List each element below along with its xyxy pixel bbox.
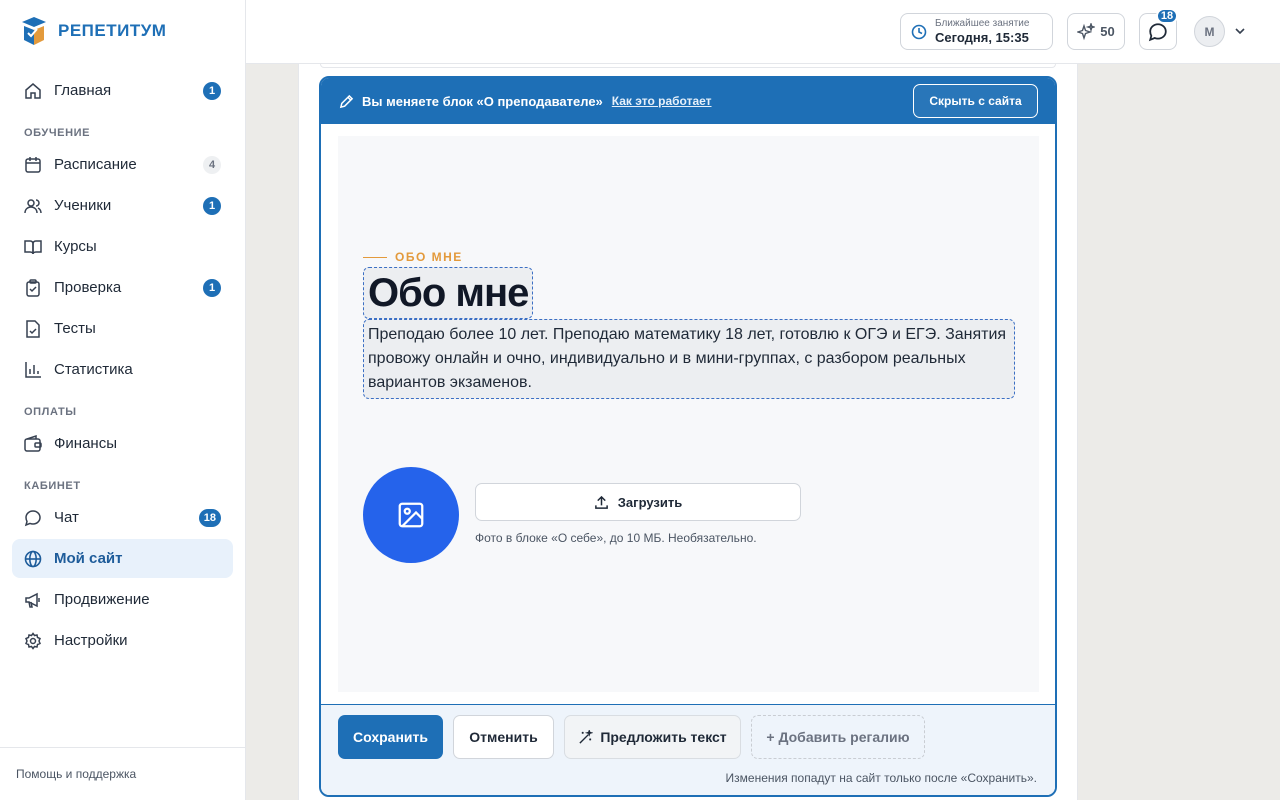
editable-about-text[interactable]: Преподаю более 10 лет. Преподаю математи… <box>363 319 1015 399</box>
sidebar-item-finance[interactable]: Финансы <box>12 424 233 463</box>
brand-name: РЕПЕТИТУМ <box>58 21 167 40</box>
hide-from-site-button[interactable]: Скрыть с сайта <box>913 84 1038 118</box>
eyebrow-line <box>363 256 387 258</box>
next-lesson-value: Сегодня, 15:35 <box>935 30 1029 45</box>
editor-toolbar: Вы меняете блок «О преподавателе» Как эт… <box>321 78 1055 124</box>
sidebar-item-schedule[interactable]: Расписание 4 <box>12 145 233 184</box>
section-label-learning: ОБУЧЕНИЕ <box>24 127 91 139</box>
editor-footer: Сохранить Отменить Предложить текст + До… <box>321 704 1055 795</box>
upload-label: Загрузить <box>617 494 683 510</box>
cancel-button[interactable]: Отменить <box>453 715 554 759</box>
photo-placeholder[interactable] <box>363 467 459 563</box>
sidebar-item-label: Курсы <box>54 238 97 255</box>
sidebar-item-home[interactable]: Главная 1 <box>12 71 233 110</box>
next-lesson-label: Ближайшее занятие <box>935 18 1030 29</box>
gear-icon <box>24 631 42 650</box>
sidebar: РЕПЕТИТУМ Главная 1 ОБУЧЕНИЕ Расписание … <box>0 0 246 800</box>
sidebar-item-stats[interactable]: Статистика <box>12 350 233 389</box>
sidebar-item-label: Мой сайт <box>54 550 123 567</box>
eyebrow-text: ОБО МНЕ <box>395 250 463 264</box>
sidebar-item-label: Настройки <box>54 632 128 649</box>
notification-badge: 18 <box>198 509 221 527</box>
home-icon <box>24 82 42 100</box>
help-link[interactable]: Помощь и поддержка <box>0 747 246 800</box>
wallet-icon <box>24 434 42 453</box>
notification-badge: 1 <box>203 279 221 297</box>
next-lesson-widget[interactable]: Ближайшее занятие Сегодня, 15:35 <box>900 13 1053 50</box>
save-note: Изменения попадут на сайт только после «… <box>725 771 1037 785</box>
upload-hint: Фото в блоке «О себе», до 10 МБ. Необяза… <box>475 531 757 545</box>
block-editor: Вы меняете блок «О преподавателе» Как эт… <box>319 76 1057 797</box>
notification-badge: 1 <box>203 82 221 100</box>
chat-badge: 18 <box>1156 8 1178 24</box>
points-value: 50 <box>1100 24 1115 39</box>
editor-title: Вы меняете блок «О преподавателе» <box>362 93 603 109</box>
top-header: Ближайшее занятие Сегодня, 15:35 50 18 М <box>246 0 1280 64</box>
block-canvas: ОБО МНЕ Обо мне Преподаю более 10 лет. П… <box>338 136 1039 692</box>
eyebrow: ОБО МНЕ <box>363 250 463 264</box>
section-label-cabinet: КАБИНЕТ <box>24 480 81 492</box>
points-button[interactable]: 50 <box>1067 13 1125 50</box>
users-icon <box>24 197 42 215</box>
sidebar-nav: Главная 1 ОБУЧЕНИЕ Расписание 4 Ученики … <box>12 71 233 662</box>
sidebar-item-tests[interactable]: Тесты <box>12 309 233 348</box>
megaphone-icon <box>24 591 42 609</box>
brand-logo[interactable]: РЕПЕТИТУМ <box>20 15 166 47</box>
sidebar-item-mysite[interactable]: Мой сайт <box>12 539 233 578</box>
sidebar-item-label: Расписание <box>54 156 137 173</box>
previous-block-edge <box>320 64 1056 68</box>
clock-icon <box>911 24 927 39</box>
sparkle-icon <box>1077 22 1096 40</box>
chat-icon <box>1148 22 1167 41</box>
chevron-down-icon[interactable] <box>1234 25 1246 37</box>
suggest-text-button[interactable]: Предложить текст <box>564 715 741 759</box>
sidebar-item-review[interactable]: Проверка 1 <box>12 268 233 307</box>
sidebar-item-label: Тесты <box>54 320 96 337</box>
pencil-icon <box>339 94 354 108</box>
sidebar-item-students[interactable]: Ученики 1 <box>12 186 233 225</box>
magic-wand-icon <box>579 729 594 744</box>
sidebar-item-chat[interactable]: Чат 18 <box>12 498 233 537</box>
sidebar-item-label: Ученики <box>54 197 112 214</box>
graduation-cube-icon <box>22 17 46 45</box>
sidebar-item-label: Финансы <box>54 435 117 452</box>
sidebar-item-label: Главная <box>54 82 112 99</box>
image-icon <box>398 502 424 528</box>
notification-badge: 4 <box>203 156 221 174</box>
calendar-icon <box>24 156 42 174</box>
suggest-text-label: Предложить текст <box>600 729 727 745</box>
how-it-works-link[interactable]: Как это работает <box>612 94 712 108</box>
editable-heading[interactable]: Обо мне <box>363 267 534 319</box>
section-label-payments: ОПЛАТЫ <box>24 406 77 418</box>
sidebar-item-settings[interactable]: Настройки <box>12 621 233 660</box>
globe-icon <box>24 550 42 568</box>
sidebar-item-label: Чат <box>54 509 79 526</box>
clipboard-check-icon <box>24 278 42 297</box>
bar-chart-icon <box>24 361 42 379</box>
chat-button[interactable]: 18 <box>1139 8 1178 50</box>
sidebar-item-label: Статистика <box>54 361 133 378</box>
book-icon <box>24 238 42 256</box>
save-button[interactable]: Сохранить <box>338 715 443 759</box>
sidebar-item-courses[interactable]: Курсы <box>12 227 233 266</box>
chat-icon <box>24 509 42 527</box>
upload-icon <box>594 495 608 509</box>
sidebar-item-label: Проверка <box>54 279 122 296</box>
upload-button[interactable]: Загрузить <box>475 483 801 521</box>
add-regalia-button[interactable]: + Добавить регалию <box>751 715 925 759</box>
sidebar-item-promo[interactable]: Продвижение <box>12 580 233 619</box>
avatar[interactable]: М <box>1194 16 1225 47</box>
file-check-icon <box>24 319 42 338</box>
notification-badge: 1 <box>203 197 221 215</box>
sidebar-item-label: Продвижение <box>54 591 150 608</box>
